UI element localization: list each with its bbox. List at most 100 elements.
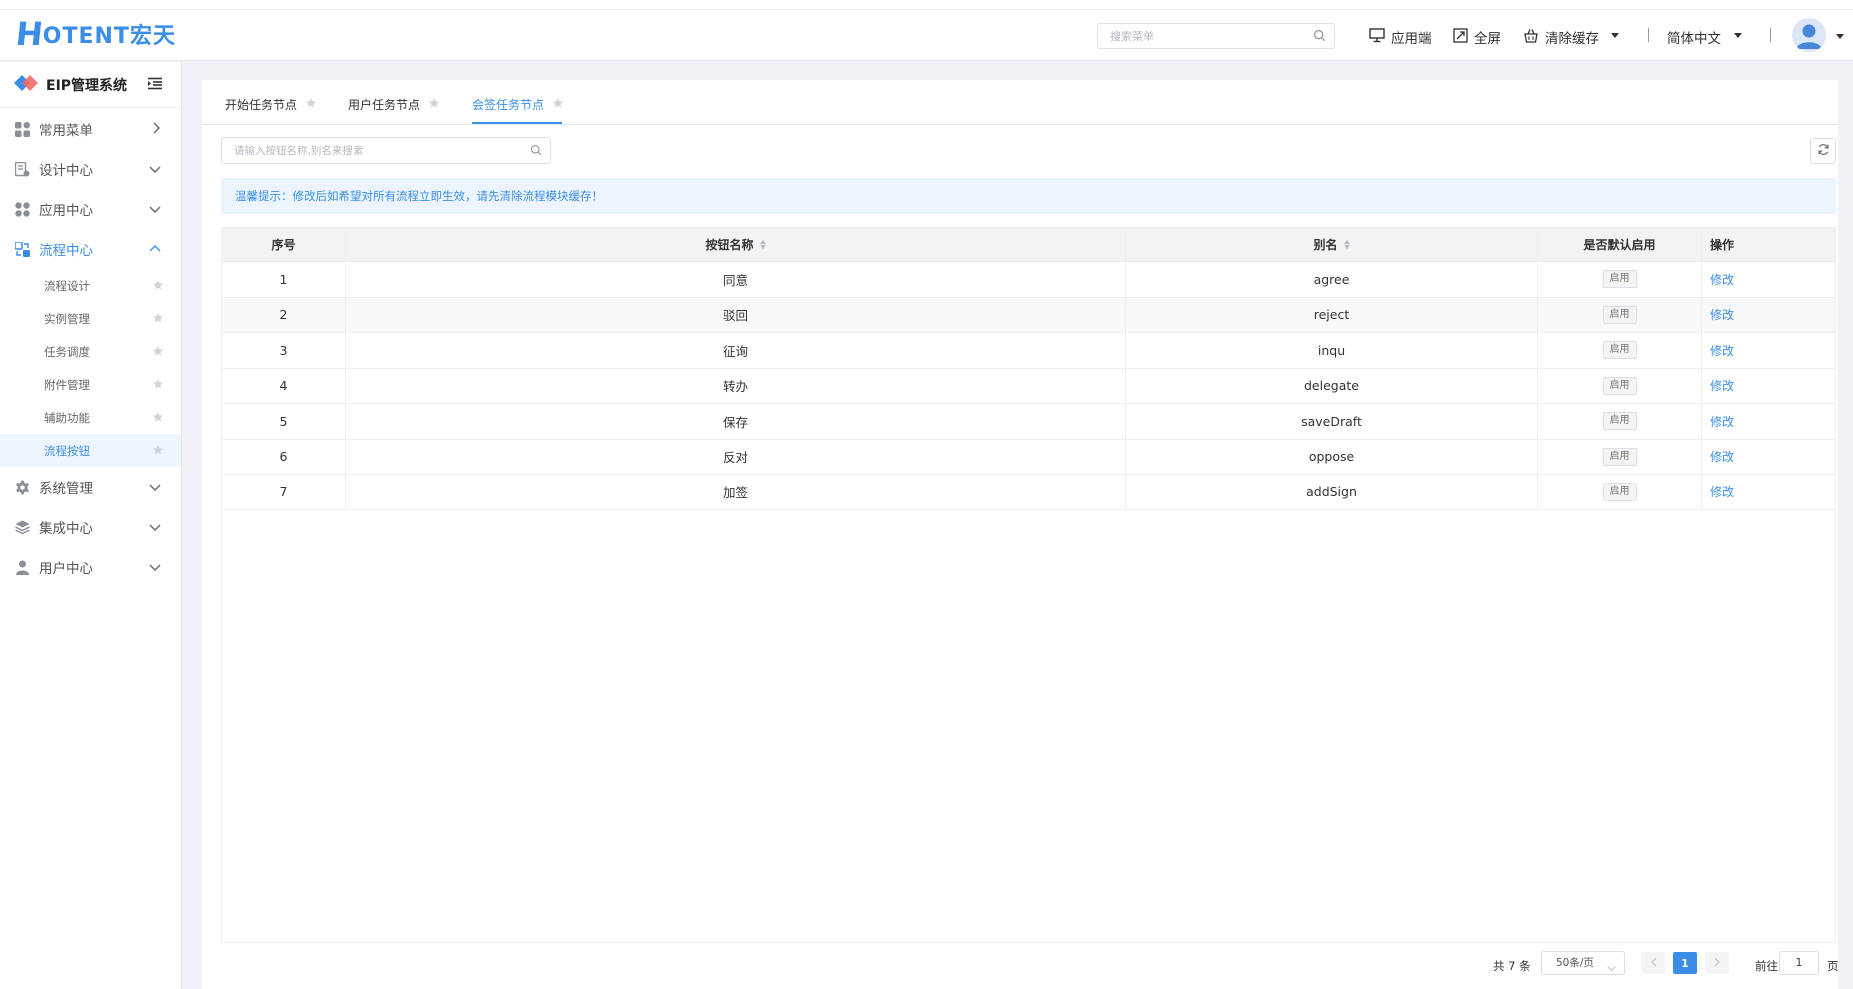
star-icon[interactable] — [152, 378, 164, 393]
goto-page-input[interactable] — [1779, 951, 1819, 975]
sort-icon[interactable] — [759, 240, 766, 249]
refresh-button[interactable] — [1810, 138, 1836, 164]
header-label: 是否默认启用 — [1583, 238, 1656, 252]
fullscreen-label: 全屏 — [1474, 31, 1501, 47]
table-header: 序号 按钮名称 别名 是否默认启用 操作 — [222, 228, 1835, 261]
app-side-button[interactable]: 应用端 — [1369, 27, 1432, 47]
edit-link[interactable]: 修改 — [1710, 306, 1734, 323]
menu-label: 应用中心 — [39, 203, 93, 219]
submenu-label: 流程按钮 — [44, 443, 90, 458]
apps-icon — [14, 201, 30, 217]
star-icon[interactable] — [305, 97, 317, 112]
prev-page-button[interactable] — [1641, 952, 1665, 974]
monitor-icon — [1369, 27, 1391, 47]
menu-common[interactable]: 常用菜单 — [0, 109, 181, 149]
status-badge: 启用 — [1602, 412, 1637, 431]
sidebar-brand: EIP管理系统 — [0, 62, 181, 108]
page-size-select[interactable]: 50条/页 — [1541, 951, 1625, 975]
menu-system-mgmt[interactable]: 系统管理 — [0, 467, 181, 507]
fullscreen-button[interactable]: 全屏 — [1453, 27, 1501, 47]
menu-process-center[interactable]: 流程中心 — [0, 229, 181, 269]
chevron-down-icon — [1607, 958, 1616, 980]
chevron-down-icon — [149, 162, 161, 178]
column-header-name[interactable]: 按钮名称 — [346, 228, 1126, 261]
cell-alias: delegate — [1126, 368, 1538, 403]
star-icon[interactable] — [552, 97, 564, 112]
chevron-up-icon — [149, 242, 161, 258]
chevron-down-icon — [149, 560, 161, 576]
tab-countersign-node[interactable]: 会签任务节点 — [472, 96, 564, 113]
design-icon — [14, 161, 30, 177]
hotent-logo: H OTENT宏天 — [14, 15, 176, 53]
status-badge: 启用 — [1602, 482, 1637, 501]
user-avatar[interactable] — [1792, 18, 1826, 52]
submenu-task-schedule[interactable]: 任务调度 — [0, 335, 181, 368]
search-icon[interactable] — [1313, 29, 1326, 46]
column-header-alias[interactable]: 别名 — [1126, 228, 1538, 261]
language-dropdown-icon[interactable] — [1734, 33, 1742, 38]
edit-link[interactable]: 修改 — [1710, 448, 1734, 465]
submenu-process-buttons[interactable]: 流程按钮 — [0, 434, 181, 467]
cell-no: 7 — [222, 475, 346, 509]
menu-design-center[interactable]: 设计中心 — [0, 149, 181, 189]
menu-search-input[interactable] — [1098, 24, 1298, 48]
submenu-process-design[interactable]: 流程设计 — [0, 269, 181, 302]
fullscreen-icon — [1453, 27, 1474, 47]
cell-name: 反对 — [346, 439, 1126, 474]
star-icon[interactable] — [152, 345, 164, 360]
cell-action: 修改 — [1702, 262, 1835, 297]
user-dropdown-icon[interactable] — [1836, 34, 1844, 39]
cell-no: 1 — [222, 262, 346, 297]
next-page-button[interactable] — [1705, 952, 1729, 974]
status-badge: 启用 — [1602, 270, 1637, 289]
submenu-attachment-mgmt[interactable]: 附件管理 — [0, 368, 181, 401]
cell-status: 启用 — [1538, 368, 1702, 403]
chevron-right-icon — [1714, 956, 1721, 970]
button-search-box[interactable] — [221, 137, 551, 164]
star-icon[interactable] — [152, 312, 164, 327]
star-icon[interactable] — [152, 279, 164, 294]
sort-icon[interactable] — [1343, 240, 1350, 249]
page-number-current[interactable]: 1 — [1673, 952, 1697, 974]
main-panel: 开始任务节点 用户任务节点 会签任务节点 温馨提示：修改后如希望对所有流程立即生… — [202, 80, 1839, 989]
menu-integration-center[interactable]: 集成中心 — [0, 507, 181, 547]
edit-link[interactable]: 修改 — [1710, 271, 1734, 288]
button-search-input[interactable] — [222, 138, 512, 163]
edit-link[interactable]: 修改 — [1710, 342, 1734, 359]
clear-cache-dropdown-icon[interactable] — [1611, 33, 1619, 38]
menu-search-box[interactable] — [1097, 23, 1335, 49]
tab-user-node[interactable]: 用户任务节点 — [348, 96, 440, 113]
tab-start-node[interactable]: 开始任务节点 — [225, 96, 317, 113]
status-badge: 启用 — [1602, 447, 1637, 466]
cell-status: 启用 — [1538, 475, 1702, 509]
edit-link[interactable]: 修改 — [1710, 483, 1734, 500]
star-icon[interactable] — [152, 411, 164, 426]
star-icon[interactable] — [152, 444, 164, 459]
window-top-strip — [0, 0, 1853, 10]
search-icon[interactable] — [530, 144, 542, 160]
menu-app-center[interactable]: 应用中心 — [0, 189, 181, 229]
submenu-instance-mgmt[interactable]: 实例管理 — [0, 302, 181, 335]
menu-label: 集成中心 — [39, 521, 93, 537]
menu-label: 用户中心 — [39, 561, 93, 577]
header-label: 序号 — [271, 238, 296, 252]
clear-cache-button[interactable]: 清除缓存 — [1523, 27, 1599, 47]
cell-name: 征询 — [346, 333, 1126, 368]
cell-action: 修改 — [1702, 298, 1835, 333]
menu-label: 常用菜单 — [39, 123, 93, 139]
menu-user-center[interactable]: 用户中心 — [0, 547, 181, 587]
buttons-table: 序号 按钮名称 别名 是否默认启用 操作 1 同意 agree 启用 修改 2 … — [221, 227, 1836, 943]
divider — [1770, 28, 1771, 42]
language-select[interactable]: 简体中文 — [1667, 27, 1721, 47]
sidebar: EIP管理系统 常用菜单 设计中心 应用中心 流程中心 流程设计 实例管理 任务… — [0, 62, 182, 989]
cell-alias: addSign — [1126, 475, 1538, 509]
edit-link[interactable]: 修改 — [1710, 377, 1734, 394]
menu-fold-icon[interactable] — [148, 77, 162, 94]
edit-link[interactable]: 修改 — [1710, 413, 1734, 430]
submenu-aux-functions[interactable]: 辅助功能 — [0, 401, 181, 434]
cell-name: 同意 — [346, 262, 1126, 297]
star-icon[interactable] — [428, 97, 440, 112]
node-tabs: 开始任务节点 用户任务节点 会签任务节点 — [202, 80, 1838, 125]
table-row: 2 驳回 reject 启用 修改 — [222, 296, 1835, 333]
tab-label: 开始任务节点 — [225, 98, 298, 112]
